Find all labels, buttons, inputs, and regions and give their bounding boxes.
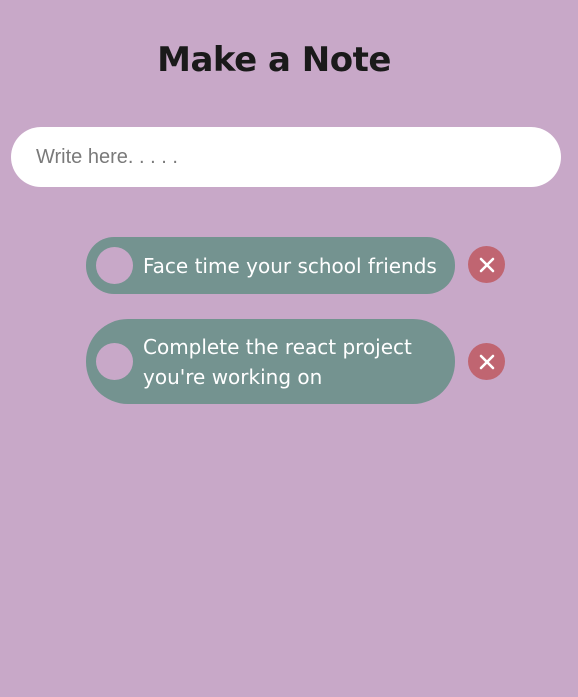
delete-button[interactable] xyxy=(468,343,505,380)
page-title: Make a Note xyxy=(157,40,391,80)
complete-toggle-icon[interactable] xyxy=(96,343,133,380)
list-item: Face time your school friends xyxy=(86,237,506,294)
complete-toggle-icon[interactable] xyxy=(96,247,133,284)
list-item: Complete the react project you're workin… xyxy=(86,319,506,404)
note-item[interactable]: Face time your school friends xyxy=(86,237,455,294)
note-text: Face time your school friends xyxy=(143,253,437,278)
delete-button[interactable] xyxy=(468,246,505,283)
note-input-container xyxy=(11,127,561,187)
close-icon xyxy=(479,257,494,272)
close-icon xyxy=(479,354,494,369)
note-input[interactable] xyxy=(11,127,561,187)
note-text: Complete the react project you're workin… xyxy=(143,334,412,389)
note-item[interactable]: Complete the react project you're workin… xyxy=(86,319,455,404)
note-list: Face time your school friends Complete t… xyxy=(86,237,506,429)
